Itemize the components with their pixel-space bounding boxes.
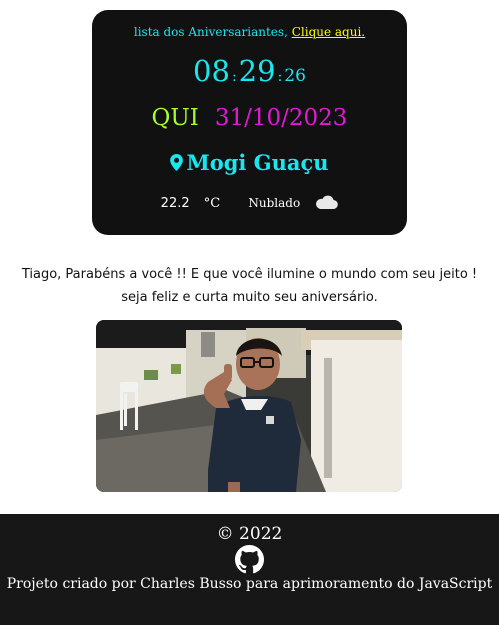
temperature: 22.2 — [160, 196, 190, 211]
cloud-icon — [316, 195, 339, 210]
date-row: QUI 31/10/2023 — [92, 105, 407, 131]
clock-hours: 08 — [193, 54, 230, 88]
city-name: Mogi Guaçu — [186, 150, 329, 175]
birthday-list-line: lista dos Aniversariantes, Clique aqui. — [92, 25, 407, 39]
message-line-1: Tiago, Parabéns a você !! E que você ilu… — [21, 267, 478, 282]
clock-card: lista dos Aniversariantes, Clique aqui. … — [92, 10, 407, 235]
birthday-message: Tiago, Parabéns a você !! E que você ilu… — [0, 263, 499, 309]
location: Mogi Guaçu — [92, 150, 407, 175]
map-pin-icon — [170, 154, 184, 171]
full-date: 31/10/2023 — [214, 105, 348, 131]
clock-seconds: 26 — [284, 66, 306, 86]
birthday-list-link[interactable]: Clique aqui. — [292, 25, 365, 39]
clock-separator: : — [231, 69, 237, 85]
birthday-photo — [96, 320, 402, 492]
temperature-unit: °C — [203, 196, 221, 211]
footer: © 2022 Projeto criado por Charles Busso … — [0, 514, 499, 625]
birthday-list-text: lista dos Aniversariantes, — [133, 25, 288, 39]
github-icon[interactable] — [235, 545, 264, 574]
message-line-2: seja feliz e curta muito seu aniversário… — [121, 290, 378, 305]
weather-row: 22.2 °C Nublado — [92, 194, 407, 211]
weather-condition: Nublado — [248, 196, 301, 210]
footer-credit: Projeto criado por Charles Busso para ap… — [6, 576, 493, 592]
clock-separator: : — [277, 69, 283, 85]
weekday: QUI — [151, 105, 199, 131]
clock-minutes: 29 — [238, 54, 276, 88]
copyright: © 2022 — [216, 524, 283, 544]
clock-time: 08:29:26 — [92, 54, 407, 88]
